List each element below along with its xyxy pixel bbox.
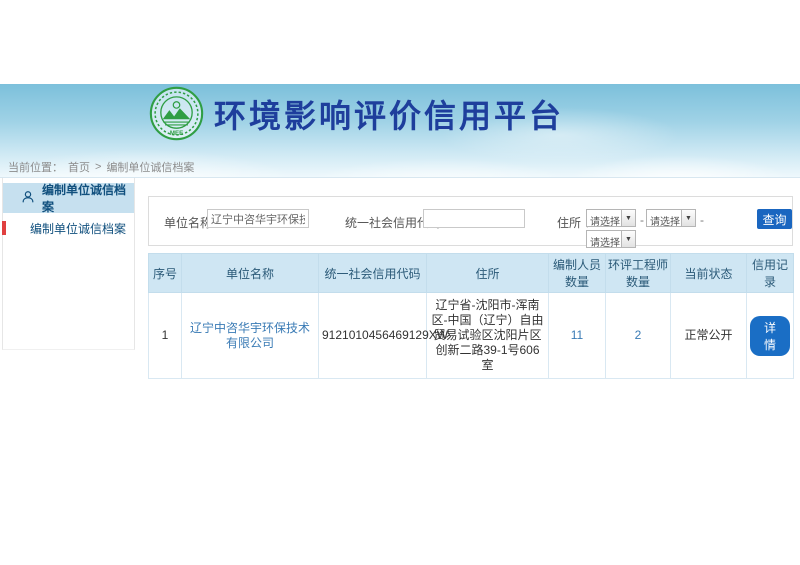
unit-name-input[interactable] — [207, 209, 309, 228]
search-filter-panel: 单位名称 ： 统一社会信用代码 ： 住所 ： 请选择 ▼ - 请选择 ▼ - 请… — [148, 196, 793, 246]
col-credit-record: 信用记录 — [747, 254, 794, 293]
row-index: 1 — [149, 293, 182, 379]
table-row: 1 辽宁中咨华宇环保技术有限公司 9121010456469129XW 辽宁省-… — [149, 293, 794, 379]
city-select-value: 请选择 — [647, 210, 681, 226]
sidebar-section-archives[interactable]: 编制单位诚信档案 — [3, 183, 134, 213]
brand: MEE 环境影响评价信用平台 — [148, 85, 564, 142]
logo-text: MEE — [170, 130, 183, 137]
col-index: 序号 — [149, 254, 182, 293]
page: MEE 环境影响评价信用平台 当前位置： 首页 > 编制单位诚信档案 编制单位诚… — [0, 0, 800, 565]
sidebar: 编制单位诚信档案 编制单位诚信档案 — [2, 178, 135, 350]
active-item-marker — [2, 221, 6, 235]
unit-name-link[interactable]: 辽宁中咨华宇环保技术有限公司 — [190, 321, 310, 350]
mee-logo-icon: MEE — [148, 85, 205, 142]
breadcrumb-prefix: 当前位置： — [8, 159, 63, 175]
province-select[interactable]: 请选择 ▼ — [586, 209, 636, 227]
address-value: 辽宁省-沈阳市-浑南区-中国（辽宁）自由贸易试验区沈阳片区创新二路39-1号60… — [427, 293, 549, 379]
sidebar-item-label: 编制单位诚信档案 — [30, 220, 126, 237]
breadcrumb-home-link[interactable]: 首页 — [68, 159, 90, 175]
search-button[interactable]: 查询 — [757, 209, 792, 229]
staff-count-link[interactable]: 11 — [571, 328, 583, 342]
sidebar-item-archives[interactable]: 编制单位诚信档案 — [3, 213, 134, 244]
city-select[interactable]: 请选择 ▼ — [646, 209, 696, 227]
table-header-row: 序号 单位名称 统一社会信用代码 住所 编制人员数量 环评工程师数量 当前状态 … — [149, 254, 794, 293]
status-value: 正常公开 — [671, 293, 747, 379]
credit-code-input[interactable] — [423, 209, 525, 228]
district-select-value: 请选择 — [587, 231, 621, 247]
breadcrumb: 当前位置： 首页 > 编制单位诚信档案 — [8, 159, 194, 175]
engineer-count-link[interactable]: 2 — [635, 328, 642, 342]
credit-code-value: 9121010456469129XW — [319, 293, 427, 379]
sidebar-section-label: 编制单位诚信档案 — [42, 181, 134, 215]
col-unit-name: 单位名称 — [182, 254, 319, 293]
chevron-down-icon: ▼ — [621, 210, 635, 226]
chevron-down-icon: ▼ — [681, 210, 695, 226]
col-engineer-count: 环评工程师数量 — [606, 254, 671, 293]
detail-button[interactable]: 详情 — [750, 316, 790, 356]
chevron-down-icon: ▼ — [621, 231, 635, 247]
site-banner: MEE 环境影响评价信用平台 当前位置： 首页 > 编制单位诚信档案 — [0, 84, 800, 177]
results-table: 序号 单位名称 统一社会信用代码 住所 编制人员数量 环评工程师数量 当前状态 … — [148, 253, 794, 379]
col-status: 当前状态 — [671, 254, 747, 293]
breadcrumb-separator: > — [95, 161, 101, 173]
breadcrumb-current: 编制单位诚信档案 — [106, 159, 194, 175]
col-address: 住所 — [427, 254, 549, 293]
col-credit-code: 统一社会信用代码 — [319, 254, 427, 293]
user-icon — [21, 190, 35, 207]
province-select-value: 请选择 — [587, 210, 621, 226]
district-select[interactable]: 请选择 ▼ — [586, 230, 636, 248]
address-dash: - — [700, 213, 704, 227]
site-title: 环境影响评价信用平台 — [214, 91, 564, 137]
col-staff-count: 编制人员数量 — [549, 254, 606, 293]
address-dash: - — [640, 213, 644, 227]
